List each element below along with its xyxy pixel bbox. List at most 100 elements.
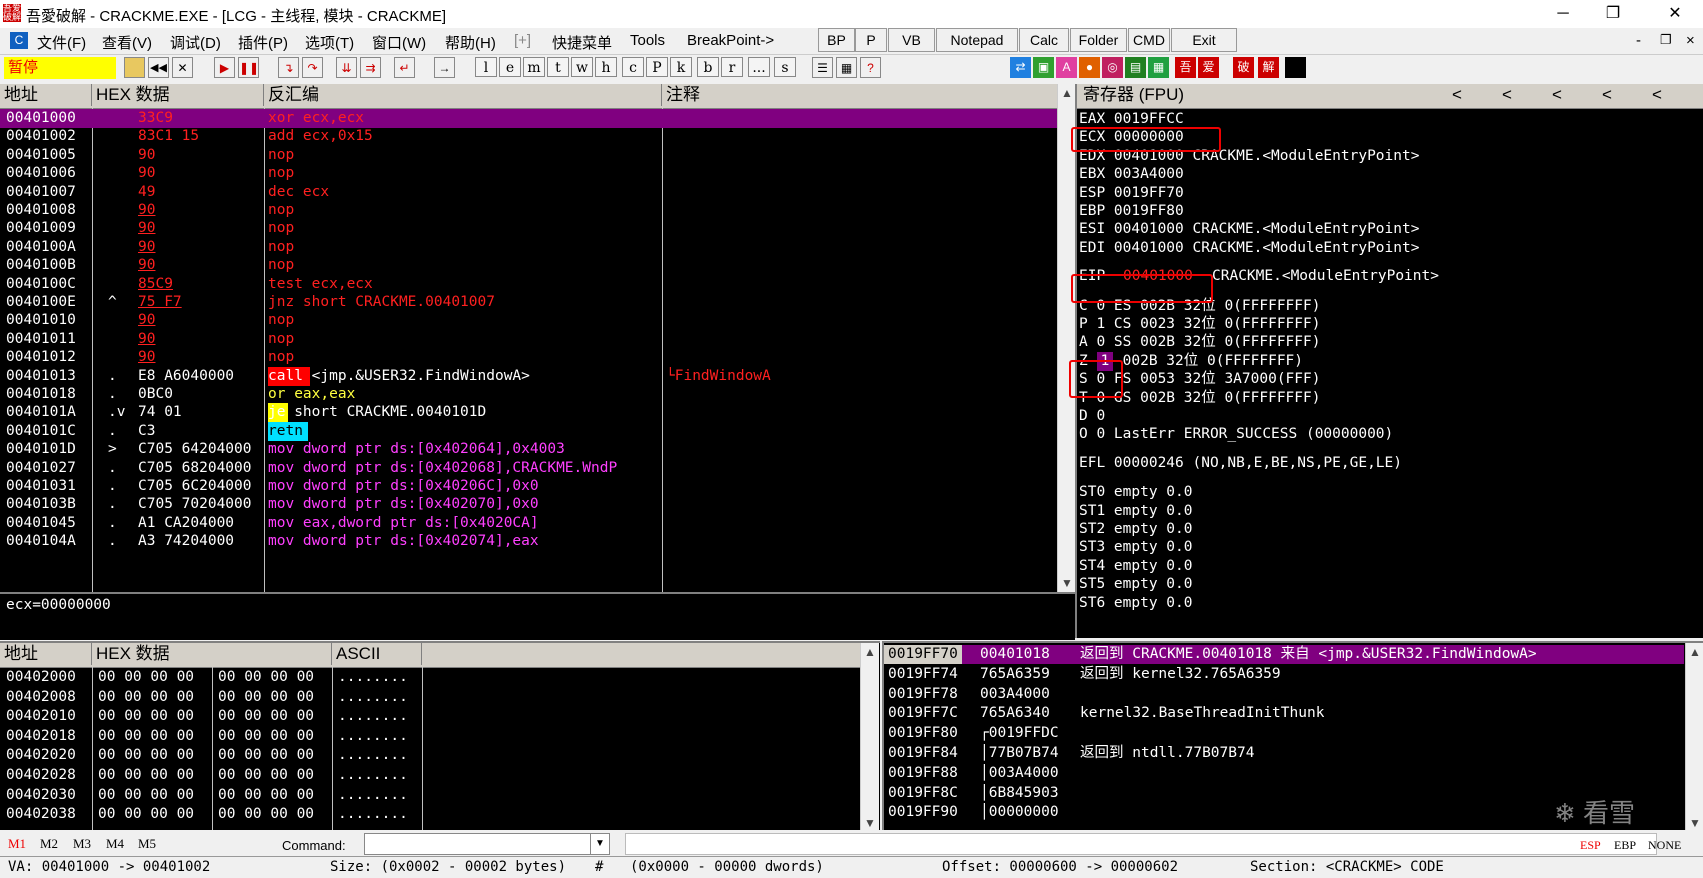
disasm-row[interactable]: 00401009 90 nop — [0, 219, 1057, 238]
references-button[interactable]: r — [721, 57, 743, 77]
menu-plugins[interactable]: 插件(P) — [238, 32, 288, 53]
calc-button[interactable]: Calc — [1019, 28, 1069, 52]
ai-icon[interactable]: 爱 — [1198, 57, 1219, 78]
none-indicator[interactable]: NONE — [1648, 838, 1681, 853]
reg-nav-arrow[interactable]: < — [1602, 84, 1612, 106]
disasm-row[interactable]: 00401018. 0BC0 or eax,eax — [0, 385, 1057, 404]
disasm-row[interactable]: 0040104A. A3 74204000 mov dword ptr ds:[0x… — [0, 532, 1057, 551]
registers-title[interactable]: 寄存器 (FPU) — [1083, 84, 1184, 106]
refresh-icon[interactable]: ⇄ — [1010, 57, 1031, 78]
bp-button[interactable]: BP — [818, 28, 855, 52]
dump-row[interactable]: 00402038 00 00 00 00 00 00 00 00........ — [0, 805, 860, 824]
memory-button[interactable]: m — [523, 57, 545, 77]
disasm-row[interactable]: 00401011 90 nop — [0, 330, 1057, 349]
tab-m3[interactable]: M3 — [73, 836, 91, 852]
close-button[interactable]: ✕ — [1650, 0, 1700, 28]
disasm-row[interactable]: 0040100B 90 nop — [0, 256, 1057, 275]
disasm-row[interactable]: 00401012 90 nop — [0, 348, 1057, 367]
register-esi[interactable]: ESI 00401000 CRACKME.<ModuleEntryPoint> — [1079, 220, 1419, 239]
reg-nav-arrow[interactable]: < — [1502, 84, 1512, 106]
stack-row[interactable]: 0019FF84 │77B07B74 返回到 ntdll.77B07B74 — [884, 744, 1684, 763]
p-button[interactable]: P — [855, 28, 887, 52]
run-trace-button[interactable]: ... — [748, 57, 770, 77]
fpu-register[interactable]: ST1 empty 0.0 — [1079, 502, 1193, 521]
tab-m4[interactable]: M4 — [106, 836, 124, 852]
esp-indicator[interactable]: ESP — [1580, 838, 1601, 853]
stack-row[interactable]: 0019FF74 765A6359 返回到 kernel32.765A6359 — [884, 665, 1684, 684]
stack-row[interactable]: 0019FF7C 765A6340 kernel32.BaseThreadInitT… — [884, 704, 1684, 723]
handles-button[interactable]: h — [595, 57, 617, 77]
col-disasm-header[interactable]: 反汇编 — [264, 84, 662, 106]
stack-row[interactable]: 0019FF80 ┌0019FFDC — [884, 724, 1684, 743]
scroll-up-icon[interactable]: ▲ — [1058, 84, 1076, 102]
reg-nav-arrow[interactable]: < — [1552, 84, 1562, 106]
folder-button[interactable]: Folder — [1070, 28, 1127, 52]
command-input[interactable]: ▼ — [364, 833, 610, 855]
register-esp[interactable]: ESP 0019FF70 — [1079, 184, 1184, 203]
breakpoints-button[interactable]: b — [697, 57, 719, 77]
disasm-row[interactable]: 0040100A 90 nop — [0, 238, 1057, 257]
tab-m1[interactable]: M1 — [8, 836, 26, 852]
mdi-restore-button[interactable]: ❐ — [1660, 32, 1672, 48]
menu-help[interactable]: 帮助(H) — [445, 32, 496, 53]
flag-line[interactable]: O 0 LastErr ERROR_SUCCESS (00000000) — [1079, 425, 1393, 444]
modules-button[interactable]: e — [499, 57, 521, 77]
col-address-header[interactable]: 地址 — [0, 84, 92, 106]
disasm-row[interactable]: 00401013. E8 A6040000 call <jmp.&USER32.Fi… — [0, 366, 1057, 386]
fpu-register[interactable]: ST5 empty 0.0 — [1079, 575, 1193, 594]
menu-breakpoint[interactable]: BreakPoint-> — [687, 32, 774, 49]
trace-into-icon[interactable]: ⇊ — [336, 57, 357, 78]
black-square-icon[interactable] — [1285, 57, 1306, 78]
dump-row[interactable]: 00402010 00 00 00 00 00 00 00 00........ — [0, 707, 860, 726]
scroll-down-icon[interactable]: ▼ — [1058, 574, 1076, 592]
disasm-row[interactable]: 00401027. C705 68204000 mov dword ptr ds:[… — [0, 459, 1057, 478]
disasm-row-selected[interactable]: 00401000 33C9 xor ecx,ecx — [0, 109, 1057, 128]
stack-row[interactable]: 0019FF88 │003A4000 — [884, 764, 1684, 783]
stack-scrollbar[interactable]: ▲ ▼ — [1685, 643, 1703, 832]
menu-file[interactable]: 文件(F) — [37, 32, 86, 53]
dump-row[interactable]: 00402018 00 00 00 00 00 00 00 00........ — [0, 727, 860, 746]
plugin-a-icon[interactable]: A — [1056, 57, 1077, 78]
dump-row[interactable]: 00402030 00 00 00 00 00 00 00 00........ — [0, 786, 860, 805]
plugin-green-icon[interactable]: ▣ — [1033, 57, 1054, 78]
fpu-register[interactable]: ST4 empty 0.0 — [1079, 557, 1193, 576]
open-file-icon[interactable] — [124, 57, 145, 78]
dump-row[interactable]: 00402020 00 00 00 00 00 00 00 00........ — [0, 746, 860, 765]
fpu-register[interactable]: ST0 empty 0.0 — [1079, 483, 1193, 502]
disasm-row[interactable]: 00401031. C705 6C204000 mov dword ptr ds:[… — [0, 477, 1057, 496]
register-edi[interactable]: EDI 00401000 CRACKME.<ModuleEntryPoint> — [1079, 239, 1419, 258]
menu-expand[interactable]: [+] — [514, 32, 531, 49]
reg-nav-arrow[interactable]: < — [1652, 84, 1662, 106]
menu-view[interactable]: 查看(V) — [102, 32, 152, 53]
exit-button[interactable]: Exit — [1171, 28, 1237, 52]
disasm-row[interactable]: 0040100E ^ 75 F7 jnz short CRACKME.00401007 — [0, 293, 1057, 312]
disasm-row[interactable]: 0040101D > C705 64204000 mov dword ptr ds:[… — [0, 440, 1057, 459]
dump-row[interactable]: 00402008 00 00 00 00 00 00 00 00........ — [0, 688, 860, 707]
stack-row-top[interactable]: 0019FF70 00401018 返回到 CRACKME.00401018 来自 … — [884, 645, 1684, 664]
fpu-register[interactable]: ST3 empty 0.0 — [1079, 538, 1193, 557]
tab-m2[interactable]: M2 — [40, 836, 58, 852]
disasm-row[interactable]: 0040103B. C705 70204000 mov dword ptr ds:[… — [0, 495, 1057, 514]
menu-debug[interactable]: 调试(D) — [170, 32, 221, 53]
execute-till-return-icon[interactable]: ↵ — [394, 57, 415, 78]
vb-button[interactable]: VB — [888, 28, 935, 52]
disasm-row[interactable]: 00401006 90 nop — [0, 164, 1057, 183]
threads-button[interactable]: t — [547, 57, 569, 77]
disasm-row[interactable]: 00401045. A1 CA204000 mov eax,dword ptr ds… — [0, 514, 1057, 533]
plugin-grid-icon[interactable]: ▦ — [1148, 57, 1169, 78]
ebp-indicator[interactable]: EBP — [1614, 838, 1636, 853]
disasm-row[interactable]: 0040101A .v 74 01 je short CRACKME.0040101D — [0, 403, 1057, 423]
patches-button[interactable]: P — [646, 57, 668, 77]
run-icon[interactable]: ▶ — [214, 57, 235, 78]
menu-window[interactable]: 窗口(W) — [372, 32, 426, 53]
pause-icon[interactable]: ❚❚ — [238, 57, 259, 78]
dump-row[interactable]: 00402028 00 00 00 00 00 00 00 00........ — [0, 766, 860, 785]
dump-row[interactable]: 00402000 00 00 00 00 00 00 00 00........ — [0, 668, 860, 687]
scroll-up-icon[interactable]: ▲ — [861, 643, 879, 661]
list-icon[interactable]: ☰ — [812, 57, 833, 78]
menu-options[interactable]: 选项(T) — [305, 32, 354, 53]
eflags-line[interactable]: EFL 00000246 (NO,NB,E,BE,NS,PE,GE,LE) — [1079, 454, 1402, 473]
grid-icon[interactable]: ▦ — [836, 57, 857, 78]
disasm-row[interactable]: 00401008 90 nop — [0, 201, 1057, 220]
log-window-button[interactable]: l — [475, 57, 497, 77]
